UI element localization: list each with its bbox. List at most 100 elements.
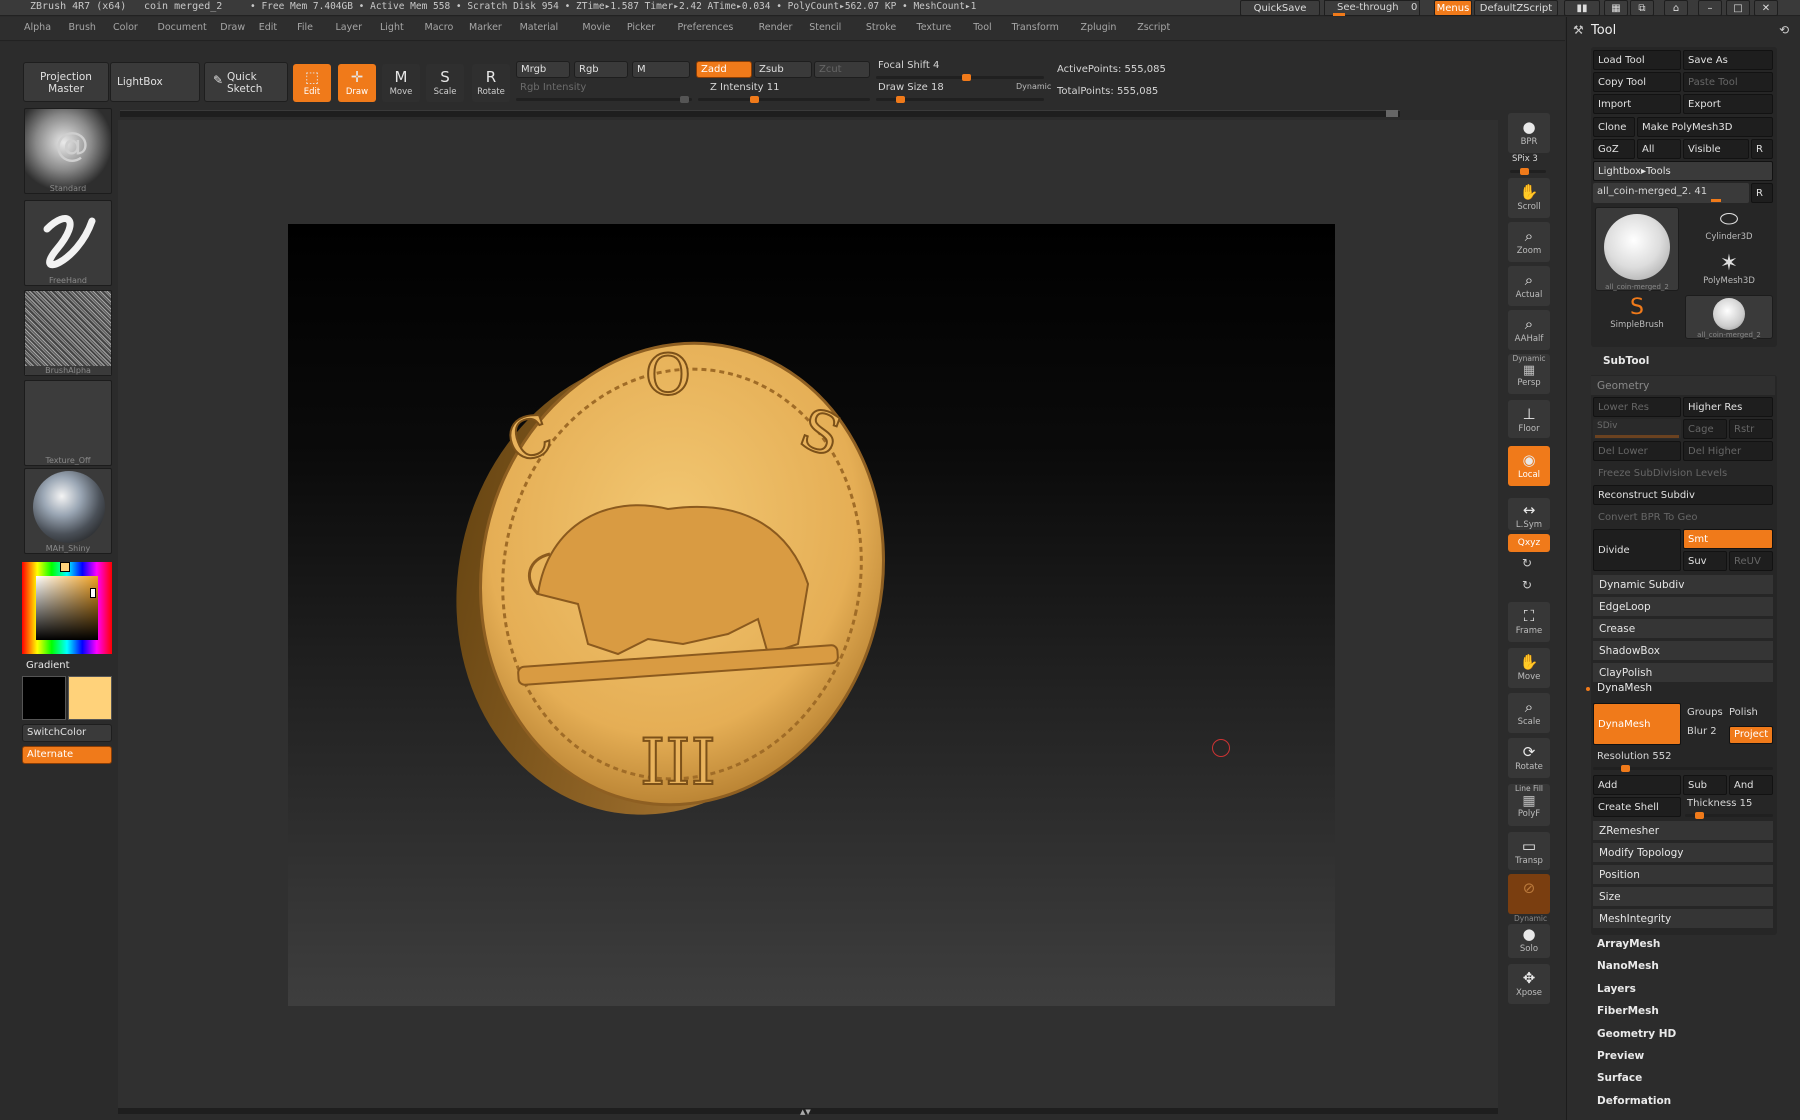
move-button[interactable]: M Move: [382, 64, 420, 102]
color-picker[interactable]: [22, 562, 112, 654]
reuv-button[interactable]: ReUV: [1729, 551, 1773, 571]
current-tool-r-button[interactable]: R: [1751, 183, 1773, 203]
tool-thumb-simplebrush[interactable]: S SimpleBrush: [1595, 295, 1679, 337]
menu-alpha[interactable]: Alpha: [24, 22, 51, 33]
ghost-button[interactable]: ⊘: [1508, 874, 1550, 914]
quick-sketch-button[interactable]: ✎ Quick Sketch: [204, 62, 288, 102]
scroll-handle[interactable]: [1386, 110, 1398, 117]
frame-button[interactable]: ⛶ Frame: [1508, 602, 1550, 642]
section-position[interactable]: Position: [1593, 864, 1773, 884]
menu-tool[interactable]: Tool: [973, 22, 991, 33]
windows-icon[interactable]: ⧉: [1630, 0, 1654, 16]
focal-shift-slider[interactable]: [876, 74, 1044, 81]
copy-tool-button[interactable]: Copy Tool: [1593, 72, 1681, 92]
current-tool-slider[interactable]: all_coin-merged_2. 41: [1593, 183, 1749, 203]
stroke-thumbnail[interactable]: FreeHand: [24, 200, 112, 286]
resolution-slider[interactable]: Resolution 552: [1597, 751, 1672, 762]
lightbox-button[interactable]: LightBox: [110, 62, 200, 102]
save-as-button[interactable]: Save As: [1683, 50, 1773, 70]
draw-button[interactable]: ✛ Draw: [338, 64, 376, 102]
solo-button[interactable]: ● Solo: [1508, 924, 1550, 958]
make-polymesh-button[interactable]: Make PolyMesh3D: [1637, 117, 1773, 137]
menu-brush[interactable]: Brush: [69, 22, 96, 33]
section-preview[interactable]: Preview: [1597, 1050, 1644, 1062]
viewport-move-button[interactable]: ✋ Move: [1508, 648, 1550, 688]
section-modify-topology[interactable]: Modify Topology: [1593, 842, 1773, 862]
default-zscript-button[interactable]: DefaultZScript: [1474, 0, 1558, 16]
menu-preferences[interactable]: Preferences: [678, 22, 734, 33]
transp-button[interactable]: ▭ Transp: [1508, 832, 1550, 870]
menu-picker[interactable]: Picker: [627, 22, 655, 33]
see-through-slider[interactable]: See-through 0: [1324, 0, 1420, 16]
mrgb-button[interactable]: Mrgb: [516, 61, 570, 78]
menu-texture[interactable]: Texture: [917, 22, 952, 33]
refresh-icon[interactable]: ⟲: [1779, 23, 1789, 37]
brush-thumbnail[interactable]: @ Standard: [24, 108, 112, 194]
menu-zscript[interactable]: Zscript: [1137, 22, 1170, 33]
goz-all-button[interactable]: All: [1637, 139, 1681, 159]
xpose-button[interactable]: ✥ Xpose: [1508, 964, 1550, 1004]
goz-r-button[interactable]: R: [1751, 139, 1773, 159]
dynamesh-button[interactable]: DynaMesh: [1593, 703, 1681, 745]
sub-button[interactable]: Sub: [1683, 775, 1727, 795]
sdiv-slider[interactable]: SDiv: [1593, 419, 1681, 439]
higher-res-button[interactable]: Higher Res: [1683, 397, 1773, 417]
quicksave-button[interactable]: QuickSave: [1240, 0, 1320, 16]
close-icon[interactable]: ✕: [1754, 0, 1778, 16]
aahalf-button[interactable]: ⌕ AAHalf: [1508, 310, 1550, 350]
subtool-header[interactable]: SubTool: [1603, 355, 1649, 367]
zcut-button[interactable]: Zcut: [814, 61, 870, 78]
lsym-button[interactable]: ↔ L.Sym: [1508, 498, 1550, 530]
export-button[interactable]: Export: [1683, 94, 1773, 114]
suv-button[interactable]: Suv: [1683, 551, 1727, 571]
alternate-button[interactable]: Alternate: [22, 746, 112, 764]
menu-stroke[interactable]: Stroke: [866, 22, 896, 33]
menu-transform[interactable]: Transform: [1012, 22, 1059, 33]
section-zremesher[interactable]: ZRemesher: [1593, 820, 1773, 840]
rgb-intensity-slider[interactable]: [516, 96, 692, 103]
project-button[interactable]: Project: [1729, 726, 1773, 744]
draw-size-slider[interactable]: [876, 96, 1044, 103]
scroll-button[interactable]: ✋ Scroll: [1508, 178, 1550, 218]
tool-thumb-polymesh[interactable]: ✶ PolyMesh3D: [1685, 251, 1773, 293]
menu-color[interactable]: Color: [113, 22, 138, 33]
groups-toggle[interactable]: Groups: [1687, 707, 1723, 718]
color-square[interactable]: [36, 576, 98, 640]
tool-thumb-coin-2[interactable]: all_coin-merged_2: [1685, 295, 1773, 339]
layout-icon[interactable]: ▮▮: [1564, 0, 1600, 16]
zadd-button[interactable]: Zadd: [696, 61, 752, 78]
spix-slider[interactable]: [1510, 168, 1546, 175]
dynamesh-header[interactable]: DynaMesh: [1597, 682, 1652, 694]
viewport-rotate-button[interactable]: ⟳ Rotate: [1508, 738, 1550, 778]
divide-button[interactable]: Divide: [1593, 529, 1681, 571]
maximize-icon[interactable]: □: [1726, 0, 1750, 16]
menu-light[interactable]: Light: [380, 22, 404, 33]
rotate-button[interactable]: R Rotate: [472, 64, 510, 102]
rstr-button[interactable]: Rstr: [1729, 419, 1773, 439]
section-shadowbox[interactable]: ShadowBox: [1593, 640, 1773, 660]
menu-render[interactable]: Render: [759, 22, 793, 33]
rotate-y-icon[interactable]: ↻: [1522, 556, 1532, 570]
tool-thumb-cylinder[interactable]: ⬭ Cylinder3D: [1685, 207, 1773, 249]
create-shell-button[interactable]: Create Shell: [1593, 797, 1681, 817]
lower-res-button[interactable]: Lower Res: [1593, 397, 1681, 417]
texture-thumbnail[interactable]: Texture_Off: [24, 380, 112, 466]
z-intensity-slider[interactable]: [698, 96, 870, 103]
menu-document[interactable]: Document: [158, 22, 207, 33]
menu-marker[interactable]: Marker: [469, 22, 502, 33]
persp-button[interactable]: Dynamic ▦ Persp: [1508, 354, 1550, 394]
alpha-thumbnail[interactable]: BrushAlpha: [24, 290, 112, 376]
zsub-button[interactable]: Zsub: [754, 61, 812, 78]
xyz-button[interactable]: Qxyz: [1508, 534, 1550, 552]
section-layers[interactable]: Layers: [1597, 983, 1636, 995]
secondary-color-swatch[interactable]: [68, 676, 112, 720]
material-thumbnail[interactable]: MAH_Shiny: [24, 468, 112, 554]
thickness-track[interactable]: [1685, 812, 1773, 819]
load-tool-button[interactable]: Load Tool: [1593, 50, 1681, 70]
section-crease[interactable]: Crease: [1593, 618, 1773, 638]
clone-button[interactable]: Clone: [1593, 117, 1635, 137]
resolution-track[interactable]: [1593, 765, 1773, 772]
floor-button[interactable]: ⊥ Floor: [1508, 400, 1550, 438]
polyf-button[interactable]: Line Fill ▦ PolyF: [1508, 784, 1550, 826]
rotate-z-icon[interactable]: ↻: [1522, 578, 1532, 592]
